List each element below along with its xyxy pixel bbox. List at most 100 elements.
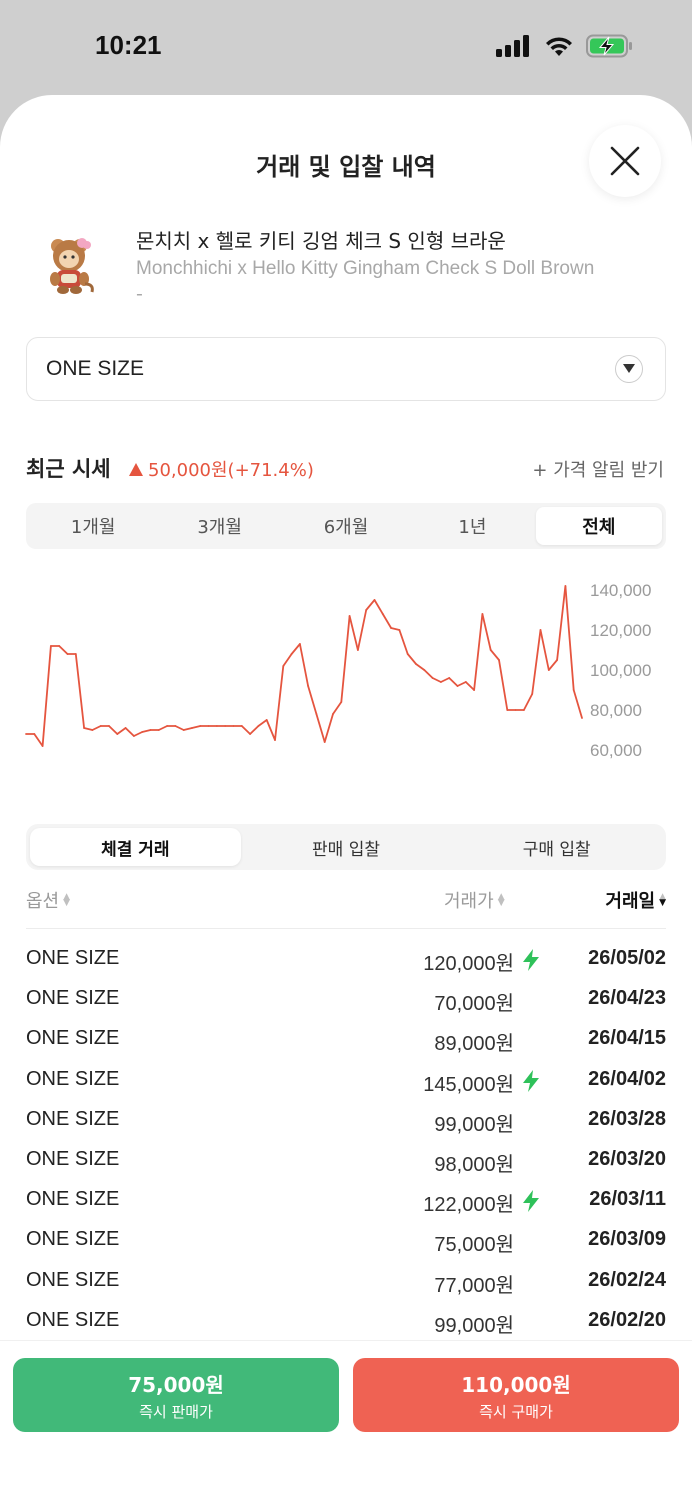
row-date: 26/03/20 <box>588 1147 666 1170</box>
y-tick-label: 80,000 <box>590 701 642 720</box>
price-chart: 140,000 120,000 100,000 80,000 60,000 <box>25 581 651 760</box>
table-row: ONE SIZE 120,000원 26/05/02 <box>26 940 666 980</box>
trade-table-rows: ONE SIZE 120,000원 26/05/02 ONE SIZE 70,000원 2… <box>26 940 666 1342</box>
product-summary: 몬치치 x 헬로 키티 깅엄 체크 S 인형 브라운 Monchhichi x … <box>26 220 666 310</box>
signal-icon <box>496 35 529 57</box>
status-icons <box>496 34 634 58</box>
price-line-segment <box>265 719 276 741</box>
close-button[interactable] <box>589 125 661 197</box>
row-price: 75,000원 <box>434 1234 514 1257</box>
tab-buy-bids[interactable]: 구매 입찰 <box>451 828 662 866</box>
table-row: ONE SIZE 77,000원 26/02/24 <box>26 1262 666 1302</box>
price-line-segment <box>315 713 326 743</box>
tab-1-month[interactable]: 1개월 <box>30 507 156 545</box>
bolt-icon <box>523 1069 539 1092</box>
price-line-segment <box>290 643 301 655</box>
row-option: ONE SIZE <box>26 1027 120 1050</box>
header-price[interactable]: 거래가 ▲ ▼ <box>444 887 505 913</box>
header-price-label: 거래가 <box>444 891 494 912</box>
tab-all[interactable]: 전체 <box>535 507 663 545</box>
header-option[interactable]: 옵션 ▲ ▼ <box>26 887 70 913</box>
price-alert-button[interactable]: + 가격 알림 받기 <box>532 456 664 482</box>
price-line-segment <box>274 665 285 741</box>
row-price: 89,000원 <box>434 1033 514 1056</box>
row-option: ONE SIZE <box>26 1067 120 1090</box>
price-line-segment <box>356 609 368 651</box>
row-date: 26/02/20 <box>588 1308 666 1331</box>
price-line-segment <box>556 585 567 661</box>
price-line-segment <box>481 613 492 651</box>
y-tick-label: 100,000 <box>590 661 651 680</box>
table-row: ONE SIZE 99,000원 26/02/20 <box>26 1302 666 1342</box>
row-option: ONE SIZE <box>26 1228 120 1251</box>
buy-price: 110,000원 <box>461 1372 571 1397</box>
price-line-segment <box>564 585 575 691</box>
price-line-segment <box>365 599 376 611</box>
tab-sell-bids[interactable]: 판매 입찰 <box>241 828 452 866</box>
table-row: ONE SIZE 145,000원 26/04/02 <box>26 1061 666 1101</box>
row-price: 120,000원 <box>423 953 514 975</box>
bottom-action-bar: 75,000원 즉시 판매가 110,000원 즉시 구매가 <box>0 1340 692 1500</box>
price-line-segment <box>91 725 102 731</box>
bolt-icon <box>523 1190 539 1213</box>
price-line-segment <box>298 643 310 687</box>
price-line-segment <box>431 677 442 683</box>
row-option: ONE SIZE <box>26 1268 120 1291</box>
price-line-segment <box>141 729 152 733</box>
price-line-segment <box>523 693 534 711</box>
price-line-segment <box>448 677 459 687</box>
sort-icon: ▲ ▼ <box>63 892 71 908</box>
instant-buy-button[interactable]: 110,000원 즉시 구매가 <box>353 1358 679 1432</box>
instant-sell-button[interactable]: 75,000원 즉시 판매가 <box>13 1358 339 1432</box>
price-line-segment <box>473 613 484 691</box>
header-date[interactable]: 거래일 ▲ ▼ <box>605 887 666 913</box>
row-date: 26/04/15 <box>588 1027 666 1050</box>
product-thumbnail <box>50 238 94 294</box>
row-date: 26/04/23 <box>588 987 666 1010</box>
tab-1-year[interactable]: 1년 <box>409 507 535 545</box>
price-line-segment <box>116 727 127 735</box>
price-line-segment <box>124 727 135 737</box>
row-price: 77,000원 <box>434 1274 514 1297</box>
price-line-segment <box>33 733 44 747</box>
row-price: 98,000원 <box>434 1153 514 1176</box>
product-name-english: Monchhichi x Hello Kitty Gingham Check S… <box>136 258 595 279</box>
header-option-label: 옵션 <box>26 891 60 912</box>
market-change: 50,000원(+71.4%) <box>129 456 314 482</box>
price-line-segment <box>41 645 52 747</box>
size-select-value: ONE SIZE <box>46 357 145 380</box>
price-line-segment <box>282 653 293 667</box>
size-select[interactable]: ONE SIZE <box>26 337 666 401</box>
price-line-segment <box>464 681 476 691</box>
price-line-segment <box>398 629 409 655</box>
sell-price: 75,000원 <box>128 1372 224 1397</box>
table-row: ONE SIZE 99,000원 26/03/28 <box>26 1101 666 1141</box>
y-tick-label: 120,000 <box>590 621 651 640</box>
price-line-segment <box>307 685 318 715</box>
price-line-segment <box>373 599 384 615</box>
price-line-segment <box>531 629 542 695</box>
price-line-segment <box>539 629 550 671</box>
status-time: 10:21 <box>95 30 162 60</box>
price-line-segment <box>182 727 193 731</box>
sell-label: 즉시 판매가 <box>139 1402 213 1421</box>
price-line-segment <box>332 701 343 715</box>
bolt-icon <box>523 949 539 971</box>
status-bar: 10:21 <box>0 0 692 95</box>
tab-3-months[interactable]: 3개월 <box>156 507 282 545</box>
tab-completed-trades[interactable]: 체결 거래 <box>30 828 241 866</box>
price-line-segment <box>572 689 583 719</box>
price-line-segment <box>257 719 268 727</box>
row-option: ONE SIZE <box>26 1147 120 1170</box>
table-row: ONE SIZE 89,000원 26/04/15 <box>26 1020 666 1060</box>
price-line-segment <box>132 731 144 737</box>
row-price: 99,000원 <box>434 1113 514 1136</box>
price-line-segment <box>381 613 393 629</box>
price-line-segment <box>108 725 119 735</box>
tab-6-months[interactable]: 6개월 <box>283 507 409 545</box>
row-price: 99,000원 <box>434 1314 514 1337</box>
up-triangle-icon <box>129 462 143 476</box>
price-line-segment <box>456 681 467 687</box>
y-tick-label: 140,000 <box>590 581 651 600</box>
battery-charging-icon <box>586 34 632 58</box>
